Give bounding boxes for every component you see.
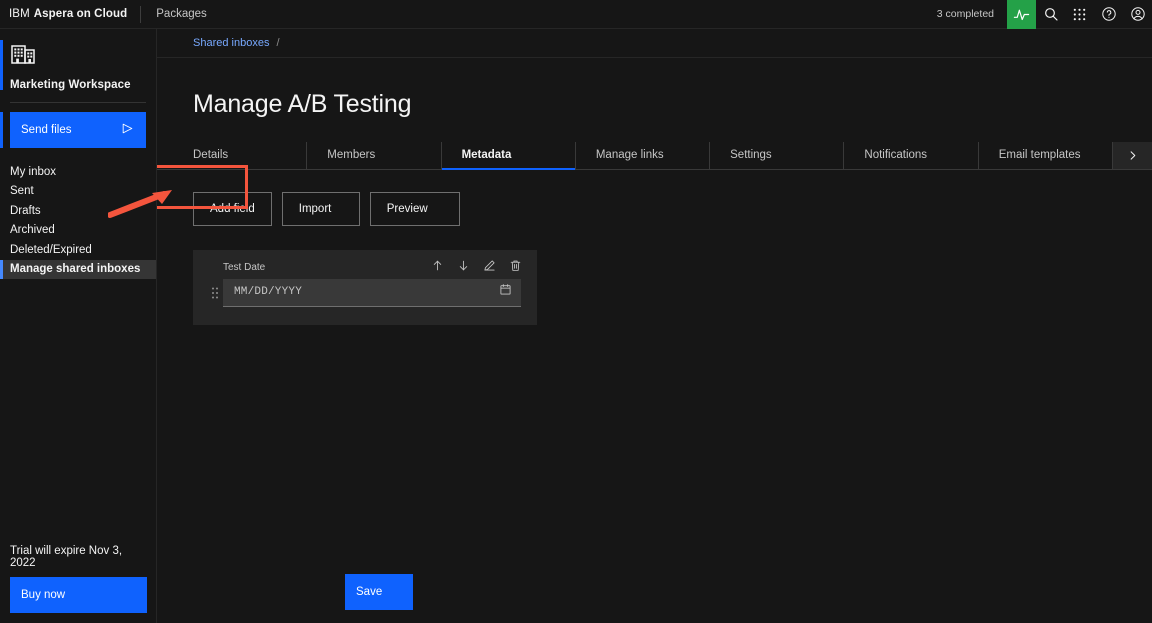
brand-ibm-label: IBM (9, 8, 30, 20)
send-files-accent-bar (0, 112, 3, 148)
send-files-label: Send files (21, 124, 72, 136)
sidebar-item-label: Manage shared inboxes (10, 263, 141, 276)
header-nav-packages[interactable]: Packages (152, 8, 211, 20)
sidebar-item-manage-shared-inboxes[interactable]: Manage shared inboxes (0, 259, 156, 279)
account-icon[interactable] (1123, 0, 1152, 29)
tab-notifications[interactable]: Notifications (844, 141, 979, 169)
sidebar-item-label: My inbox (10, 165, 57, 178)
main-content: Shared inboxes / Manage A/B Testing Deta… (157, 29, 1152, 623)
buy-now-label: Buy now (21, 589, 66, 601)
chevron-right-icon[interactable] (1112, 141, 1152, 169)
add-field-label: Add field (210, 202, 255, 215)
breadcrumb: Shared inboxes / (157, 29, 1152, 58)
field-card-tools (429, 258, 523, 274)
breadcrumb-link-shared-inboxes[interactable]: Shared inboxes (193, 37, 269, 49)
add-field-button[interactable]: Add field (193, 191, 272, 226)
sidebar-item-sent[interactable]: Sent (0, 182, 156, 202)
tab-label: Notifications (864, 149, 928, 161)
tab-manage-links[interactable]: Manage links (576, 141, 711, 169)
tab-label: Details (193, 149, 229, 161)
sidebar-item-label: Sent (10, 185, 34, 198)
main-scroll-area: Manage A/B Testing Details Members Metad… (157, 58, 1152, 623)
sidebar-item-label: Deleted/Expired (10, 243, 92, 256)
tab-details[interactable]: Details (157, 141, 308, 169)
preview-label: Preview (386, 202, 428, 215)
move-up-icon[interactable] (429, 258, 445, 274)
move-down-icon[interactable] (455, 258, 471, 274)
metadata-field-card: Test Date MM/DD/YYYY (193, 249, 537, 325)
save-label: Save (356, 586, 383, 598)
building-icon (10, 41, 36, 67)
app-root: IBM Aspera on Cloud Packages 3 completed (0, 0, 1152, 623)
date-input[interactable]: MM/DD/YYYY (223, 278, 521, 307)
send-files-wrap: Send files (0, 103, 156, 148)
completed-status: 3 completed (936, 8, 994, 20)
sidebar-item-archived[interactable]: Archived (0, 221, 156, 241)
tab-label: Members (327, 149, 376, 161)
tab-label: Manage links (595, 149, 664, 161)
app-switcher-icon[interactable] (1065, 0, 1094, 29)
tab-label: Email templates (998, 149, 1081, 161)
import-button[interactable]: Import (281, 191, 360, 226)
header-right-group: 3 completed (936, 0, 1152, 29)
field-row: MM/DD/YYYY (209, 278, 521, 307)
sidebar: Marketing Workspace Send files My inbox (0, 29, 157, 623)
page-title: Manage A/B Testing (193, 90, 412, 118)
sidebar-item-label: Drafts (10, 204, 41, 217)
sidebar-nav: My inbox Sent Drafts Archived Deleted/Ex… (0, 162, 156, 279)
activity-icon[interactable] (1007, 0, 1036, 29)
sidebar-item-deleted-expired[interactable]: Deleted/Expired (0, 240, 156, 260)
workspace-accent-bar (0, 40, 3, 90)
send-files-button[interactable]: Send files (10, 112, 146, 148)
help-icon[interactable] (1094, 0, 1123, 29)
workspace-name: Marketing Workspace (10, 79, 131, 91)
tab-members[interactable]: Members (307, 141, 442, 169)
breadcrumb-separator: / (276, 37, 280, 49)
sidebar-item-my-inbox[interactable]: My inbox (0, 162, 156, 182)
brand-product-label: Aspera on Cloud (33, 8, 128, 20)
save-button[interactable]: Save (345, 574, 413, 610)
buy-now-button[interactable]: Buy now (10, 577, 147, 613)
body-container: Marketing Workspace Send files My inbox (0, 29, 1152, 623)
calendar-icon[interactable] (499, 283, 512, 301)
sidebar-item-drafts[interactable]: Drafts (0, 201, 156, 221)
tab-metadata[interactable]: Metadata (441, 141, 576, 170)
workspace-block: Marketing Workspace (0, 29, 156, 102)
drag-handle-icon[interactable] (209, 286, 223, 300)
search-icon[interactable] (1036, 0, 1065, 29)
tab-label: Metadata (461, 149, 512, 161)
sidebar-footer: Trial will expire Nov 3, 2022 Buy now (0, 545, 156, 623)
date-input-placeholder: MM/DD/YYYY (234, 286, 303, 298)
tab-bar: Details Members Metadata Manage links Se… (157, 141, 1152, 170)
tab-label: Settings (730, 149, 772, 161)
top-header: IBM Aspera on Cloud Packages 3 completed (0, 0, 1152, 29)
brand-logo[interactable]: IBM Aspera on Cloud (0, 8, 127, 20)
send-icon (121, 122, 134, 138)
edit-icon[interactable] (481, 258, 497, 274)
preview-button[interactable]: Preview (369, 191, 460, 226)
tab-settings[interactable]: Settings (710, 141, 845, 169)
action-button-row: Add field Import Preview (157, 164, 1152, 226)
header-divider (140, 5, 142, 23)
import-label: Import (298, 202, 332, 215)
sidebar-item-label: Archived (10, 224, 55, 237)
trial-expiry-text: Trial will expire Nov 3, 2022 (10, 545, 123, 569)
delete-icon[interactable] (507, 258, 523, 274)
tab-email-templates[interactable]: Email templates (979, 141, 1113, 169)
